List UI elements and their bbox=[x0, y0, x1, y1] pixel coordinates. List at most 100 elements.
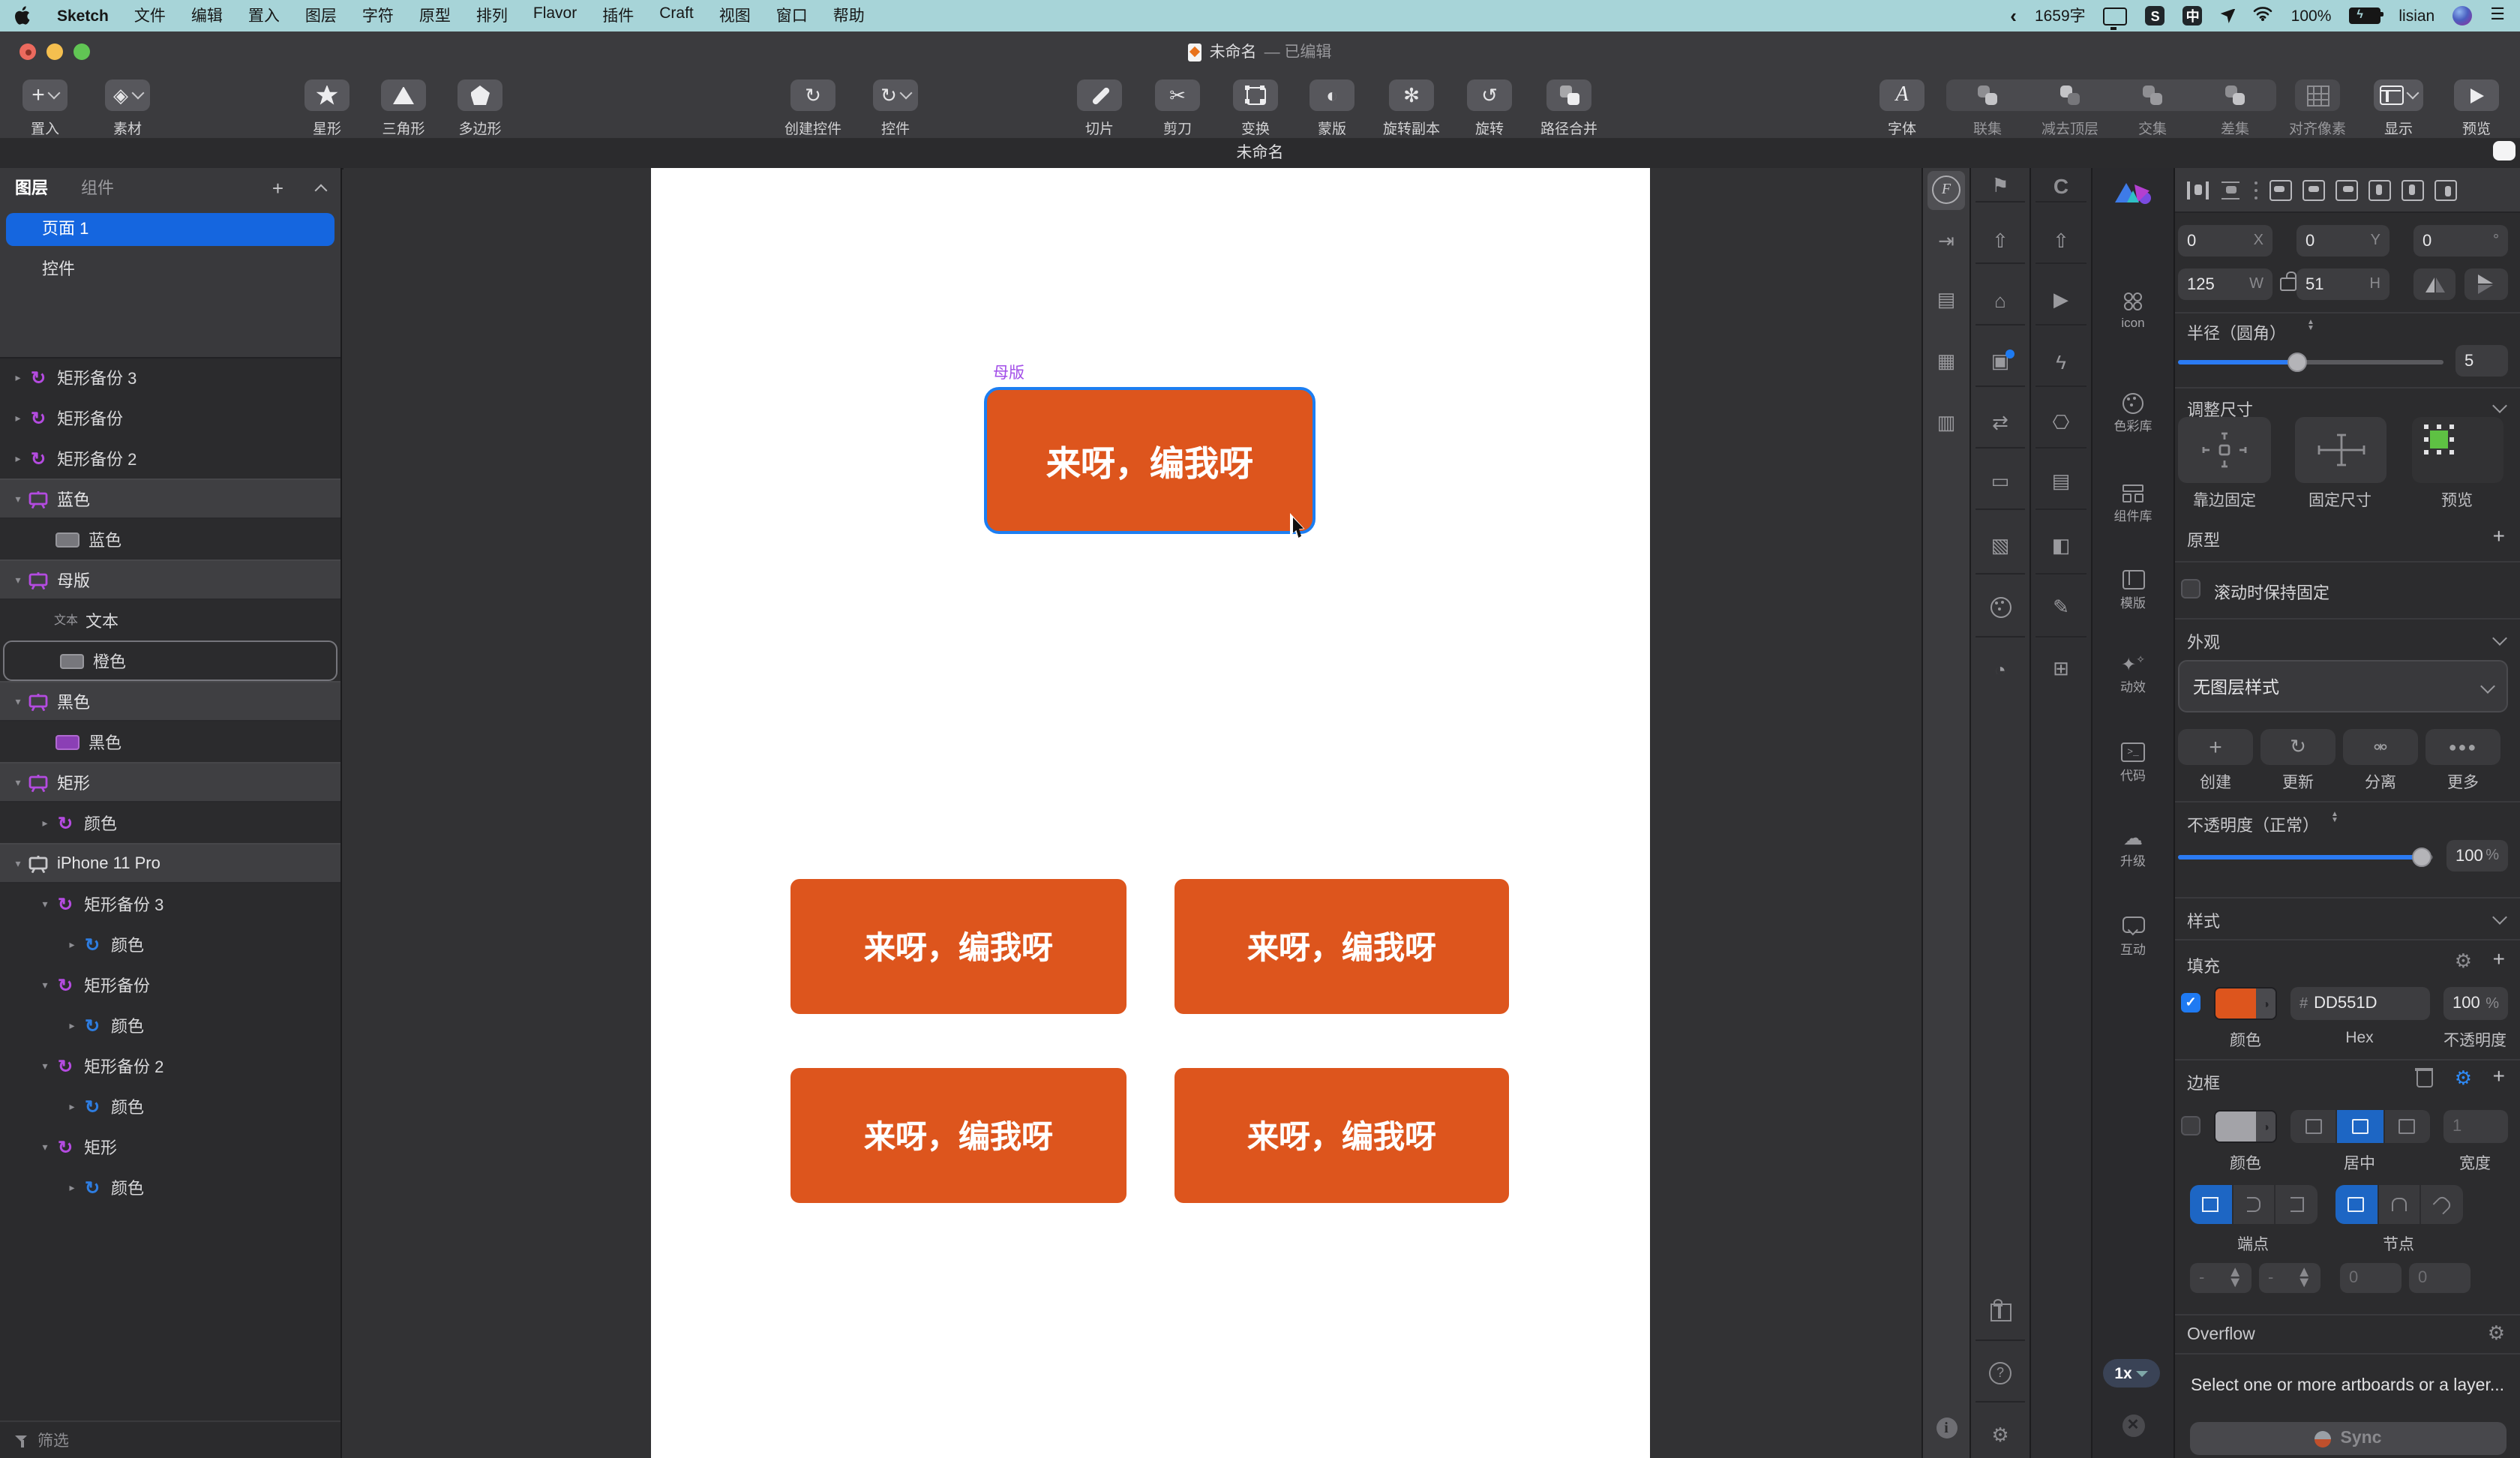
layer-row-2[interactable]: ▸↻矩形备份 2 bbox=[0, 438, 340, 478]
table-plugin-icon[interactable]: ▥ bbox=[1923, 408, 1970, 438]
distribute-vertically-icon[interactable] bbox=[2220, 179, 2242, 200]
apple-menu-icon[interactable] bbox=[15, 6, 32, 26]
flip-horizontal-button[interactable] bbox=[2414, 268, 2456, 300]
export-plugin-icon[interactable]: ⇥ bbox=[1923, 226, 1970, 256]
plugin-tab-代码[interactable]: >_代码 bbox=[2092, 741, 2174, 784]
tab-layers[interactable]: 图层 bbox=[15, 176, 48, 200]
layer-expand-arrow[interactable]: ▾ bbox=[9, 776, 27, 788]
layer-expand-arrow[interactable]: ▾ bbox=[36, 898, 54, 910]
c-plugin-logo-icon[interactable]: C bbox=[2031, 171, 2091, 201]
layer-collapse-arrow[interactable]: ▸ bbox=[9, 371, 27, 383]
align-top-icon[interactable] bbox=[2368, 179, 2391, 200]
menubar-back-chevron[interactable]: ‹ bbox=[2010, 4, 2017, 27]
toolbar-button-11[interactable]: ✻旋转副本 bbox=[1383, 80, 1440, 137]
border-settings-gear-icon[interactable]: ⚙ bbox=[2455, 1068, 2472, 1088]
delete-border-icon[interactable] bbox=[2416, 1071, 2433, 1088]
share-plugin-icon[interactable]: ⇧ bbox=[2031, 226, 2091, 256]
menu-item-7[interactable]: Flavor bbox=[533, 4, 577, 27]
layer-row-12[interactable]: ▾iPhone 11 Pro bbox=[0, 843, 340, 884]
menu-item-3[interactable]: 图层 bbox=[305, 4, 337, 27]
colorful-plugin-logo[interactable] bbox=[2092, 174, 2174, 210]
toolbar-button-0[interactable]: +置入 bbox=[22, 80, 68, 137]
layer-style-select[interactable]: 无图层样式 bbox=[2178, 660, 2508, 712]
toolbar-button-12[interactable]: ↺旋转 bbox=[1467, 80, 1512, 137]
layer-row-0[interactable]: ▸↻矩形备份 3 bbox=[0, 357, 340, 398]
detach-style-button[interactable]: ⚮ bbox=[2343, 729, 2418, 765]
s-app-icon[interactable]: S bbox=[2146, 6, 2165, 26]
menubar-user[interactable]: lisian bbox=[2398, 7, 2434, 25]
collapse-pages-icon[interactable] bbox=[315, 184, 328, 196]
distribute-horizontally-icon[interactable] bbox=[2187, 179, 2210, 200]
plugin-tab-升级[interactable]: ☁升级 bbox=[2092, 826, 2174, 870]
master-button-selected[interactable]: 来呀，编我呀 bbox=[984, 387, 1316, 534]
toolbar-button-5[interactable]: ↻创建控件 bbox=[784, 80, 842, 137]
display-icon[interactable] bbox=[2104, 7, 2128, 25]
layer-row-3[interactable]: ▾蓝色 bbox=[0, 478, 340, 519]
toolbar-button-13[interactable]: 路径合并 bbox=[1540, 80, 1598, 137]
toolbar-button-1[interactable]: ◈素材 bbox=[105, 80, 150, 137]
style-collapse-icon[interactable] bbox=[2494, 912, 2505, 922]
overflow-gear-icon[interactable]: ⚙ bbox=[2488, 1323, 2505, 1342]
toolbar-button-4[interactable]: 多边形 bbox=[458, 80, 502, 137]
join-bevel-option[interactable] bbox=[2422, 1185, 2463, 1224]
layer-expand-arrow[interactable]: ▾ bbox=[9, 857, 27, 869]
control-center-icon[interactable]: ☰ bbox=[2490, 8, 2505, 24]
toolbar-button-9[interactable]: 变换 bbox=[1233, 80, 1278, 137]
dash-field-2[interactable]: -▲▼ bbox=[2259, 1263, 2320, 1293]
height-field[interactable]: 51H bbox=[2296, 268, 2390, 300]
cap-round-option[interactable] bbox=[2233, 1185, 2276, 1224]
radius-slider-knob[interactable] bbox=[2288, 352, 2307, 372]
plugin-tab-模版[interactable]: 模版 bbox=[2092, 568, 2174, 612]
help-icon[interactable]: ? bbox=[1971, 1358, 2030, 1388]
close-panel-icon[interactable]: ✕ bbox=[2092, 1410, 2174, 1440]
join-round-option[interactable] bbox=[2378, 1185, 2421, 1224]
plugin-tab-色彩库[interactable]: 色彩库 bbox=[2092, 392, 2174, 435]
plugin-tab-icon[interactable]: icon bbox=[2092, 290, 2174, 330]
menu-item-10[interactable]: 视图 bbox=[719, 4, 751, 27]
tab-components[interactable]: 组件 bbox=[81, 176, 114, 200]
layer-collapse-arrow[interactable]: ▸ bbox=[63, 938, 81, 950]
menu-item-8[interactable]: 插件 bbox=[602, 4, 634, 27]
toolbar-button-7[interactable]: 切片 bbox=[1077, 80, 1122, 137]
layer-row-13[interactable]: ▾↻矩形备份 3 bbox=[0, 884, 340, 924]
border-caps-segment[interactable] bbox=[2190, 1185, 2318, 1224]
symbol-instance-button-2[interactable]: 来呀，编我呀 bbox=[1174, 879, 1509, 1014]
border-position-segment[interactable] bbox=[2290, 1110, 2430, 1143]
layer-row-10[interactable]: ▾矩形 bbox=[0, 762, 340, 802]
update-style-button[interactable]: ↻ bbox=[2260, 729, 2336, 765]
image-star-plugin-icon[interactable]: ▧ bbox=[1971, 531, 2030, 561]
page-item-selected[interactable]: 页面 1 bbox=[6, 213, 334, 246]
rotation-field[interactable]: 0° bbox=[2414, 225, 2508, 256]
layer-collapse-arrow[interactable]: ▸ bbox=[63, 1181, 81, 1193]
cards-plugin-icon[interactable]: ▤ bbox=[1923, 285, 1970, 315]
opacity-value-field[interactable]: 100% bbox=[2446, 840, 2508, 872]
fill-enabled-checkbox[interactable]: ✓ bbox=[2181, 993, 2200, 1012]
input-method-icon[interactable]: 中 bbox=[2183, 6, 2203, 26]
layer-expand-arrow[interactable]: ▾ bbox=[36, 1060, 54, 1072]
layer-row-11[interactable]: ▸↻颜色 bbox=[0, 802, 340, 843]
layer-expand-arrow[interactable]: ▾ bbox=[9, 574, 27, 586]
layer-row-8[interactable]: ▾黑色 bbox=[0, 681, 340, 722]
border-joins-segment[interactable] bbox=[2336, 1185, 2463, 1224]
layer-row-15[interactable]: ▾↻矩形备份 bbox=[0, 964, 340, 1005]
toolbar-button-20[interactable]: 显示 bbox=[2374, 80, 2423, 137]
layer-row-17[interactable]: ▾↻矩形备份 2 bbox=[0, 1046, 340, 1086]
toolbar-button-15[interactable]: 联集 bbox=[1946, 80, 2029, 137]
image-edit-plugin-icon[interactable]: ✎ bbox=[2031, 592, 2091, 622]
toolbar-button-21[interactable]: 预览 bbox=[2454, 80, 2499, 137]
hexagon-plugin-icon[interactable]: ⎔ bbox=[2031, 408, 2091, 438]
sync-button[interactable]: Sync bbox=[2190, 1422, 2506, 1455]
appearance-collapse-icon[interactable] bbox=[2494, 633, 2505, 644]
menu-item-2[interactable]: 置入 bbox=[248, 4, 280, 27]
zoom-level-badge[interactable]: 1x bbox=[2103, 1359, 2160, 1388]
plugin-logo-icon[interactable]: ⚑ bbox=[1971, 171, 2030, 201]
user-avatar[interactable] bbox=[2452, 6, 2472, 26]
palette-plugin-icon[interactable] bbox=[1971, 592, 2030, 622]
play-plugin-icon[interactable]: ▶ bbox=[2031, 285, 2091, 315]
align-right-icon[interactable] bbox=[2336, 179, 2358, 200]
menu-item-5[interactable]: 原型 bbox=[419, 4, 451, 27]
align-middle-vertical-icon[interactable] bbox=[2402, 179, 2424, 200]
plugin-tab-组件库[interactable]: 组件库 bbox=[2092, 482, 2174, 525]
swap-plugin-icon[interactable]: ⇄ bbox=[1971, 408, 2030, 438]
symbol-instance-button-4[interactable]: 来呀，编我呀 bbox=[1174, 1068, 1509, 1203]
